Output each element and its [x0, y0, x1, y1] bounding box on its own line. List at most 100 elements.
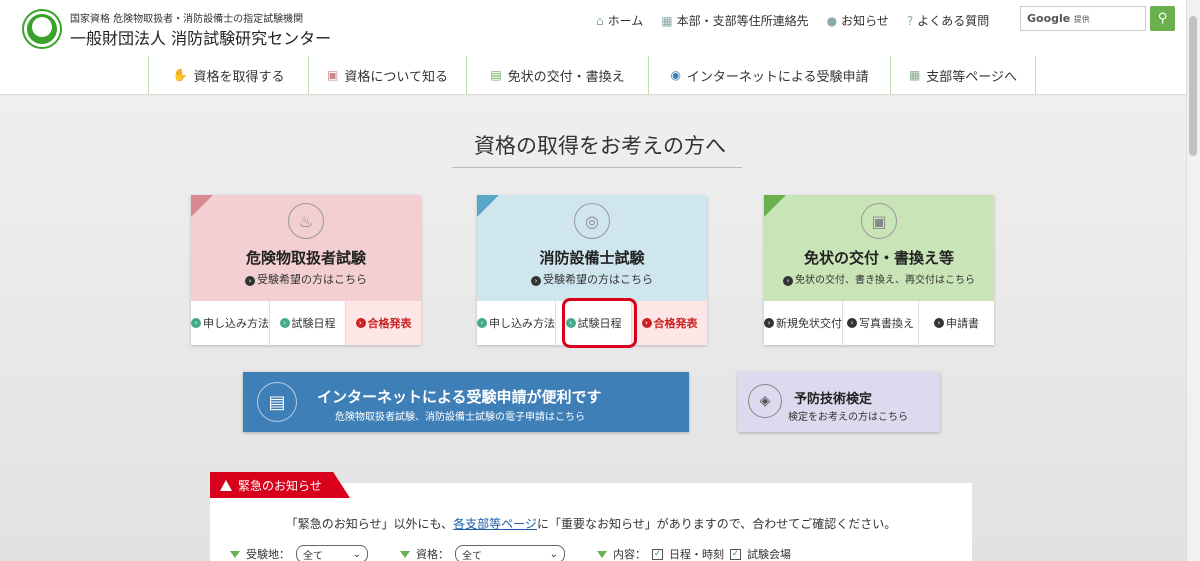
- people-icon: ▣: [327, 68, 339, 82]
- tab-internet-application[interactable]: ◉ インターネットによる受験申請: [648, 56, 890, 94]
- internet-application-banner[interactable]: ▤ インターネットによる受験申請が便利です 危険物取扱者試験、消防設備士試験の電…: [243, 372, 689, 432]
- link-exam-schedule[interactable]: › 試験日程: [270, 301, 346, 345]
- card-subtitle: › 免状の交付、書き換え、再交付はこちら: [764, 271, 994, 286]
- arrow-icon: ›: [783, 276, 793, 286]
- notice-filters: 受験地： 全て ⌄ 資格： 全て ⌄ 内容： ✓ 日程・時刻 ✓ 試験会場: [230, 545, 791, 561]
- map-icon: ▦: [908, 68, 921, 82]
- card-license-header[interactable]: ▣ 免状の交付・書換え等 › 免状の交付、書き換え、再交付はこちら: [764, 195, 994, 301]
- site-header: 国家資格 危険物取扱者・消防設備士の指定試験機関 一般財団法人 消防試験研究セン…: [0, 0, 1200, 95]
- card-subtitle: › 受験希望の方はこちら: [191, 271, 421, 287]
- link-application-form[interactable]: › 申請書: [919, 301, 994, 345]
- arrow-icon: ›: [477, 318, 487, 328]
- arrow-icon: ›: [531, 276, 541, 286]
- search-button[interactable]: ⚲: [1150, 6, 1175, 31]
- link-results[interactable]: › 合格発表: [632, 301, 707, 345]
- area-select[interactable]: 全て ⌄: [296, 545, 368, 561]
- cert-label: 資格：: [416, 548, 449, 561]
- tab-label: インターネットによる受験申請: [686, 69, 869, 85]
- banner-title: 予防技術検定: [794, 392, 873, 407]
- checkbox-label: 日程・時刻: [669, 548, 724, 561]
- page-title: 資格の取得をお考えの方へ: [474, 134, 726, 158]
- card-fire-equipment-header[interactable]: ◎ 消防設備士試験 › 受験希望の方はこちら: [477, 195, 707, 301]
- tab-label: 資格について知る: [344, 69, 448, 85]
- topnav-home[interactable]: ⌂ ホーム: [596, 12, 643, 29]
- notice-tab: 緊急のお知らせ: [210, 472, 350, 498]
- checkbox-label: 試験会場: [747, 548, 791, 561]
- card-links: › 新規免状交付 › 写真書換え › 申請書: [764, 301, 994, 345]
- card-hazmat-header[interactable]: ♨ 危険物取扱者試験 › 受験希望の方はこちら: [191, 195, 421, 301]
- topnav-label: よくある質問: [917, 14, 990, 28]
- schedule-checkbox[interactable]: ✓: [652, 548, 663, 560]
- branch-pages-link[interactable]: 各支部等ページ: [453, 517, 537, 531]
- banner-subtitle: 検定をお考えの方はこちら: [788, 412, 908, 423]
- chevron-down-icon: ⌄: [549, 548, 558, 560]
- arrow-icon: ›: [279, 318, 290, 328]
- logo-icon[interactable]: [24, 11, 60, 47]
- tab-get-qualification[interactable]: ✋ 資格を取得する: [148, 56, 308, 94]
- tab-label: 支部等ページへ: [926, 69, 1018, 85]
- main-nav: ✋ 資格を取得する ▣ 資格について知る ▤ 免状の交付・書換え ◉ インターネットによ…: [148, 56, 1036, 94]
- content-label: 内容：: [613, 548, 646, 561]
- arrow-icon: ›: [764, 318, 774, 328]
- arrow-icon: ›: [641, 318, 652, 328]
- certificate-icon: ◈: [748, 384, 782, 418]
- banner-subtitle: 危険物取扱者試験、消防設備士試験の電子申請はこちら: [335, 412, 585, 423]
- corner-decor: [764, 195, 786, 217]
- search-brand: Google: [1027, 12, 1071, 25]
- prevention-exam-banner[interactable]: ◈ 予防技術検定 検定をお考えの方はこちら: [738, 372, 940, 432]
- globe-icon: ◉: [670, 68, 681, 82]
- gauge-icon: ◎: [574, 203, 610, 239]
- link-application-method[interactable]: › 申し込み方法: [191, 301, 270, 345]
- area-label: 受験地：: [246, 548, 290, 561]
- arrow-icon: ›: [934, 318, 944, 328]
- flame-icon: ♨: [288, 203, 324, 239]
- scrollbar[interactable]: [1186, 0, 1200, 561]
- warning-icon: [220, 479, 232, 491]
- link-application-method[interactable]: › 申し込み方法: [477, 301, 556, 345]
- tab-license[interactable]: ▤ 免状の交付・書換え: [466, 56, 648, 94]
- title-underline: [452, 167, 742, 168]
- topnav-label: ホーム: [607, 14, 644, 28]
- triangle-icon: [400, 550, 410, 558]
- card-title: 消防設備士試験: [539, 249, 645, 267]
- link-photo-renewal[interactable]: › 写真書換え: [843, 301, 919, 345]
- card-links: › 申し込み方法 › 試験日程 › 合格発表: [191, 301, 421, 345]
- tab-label: 免状の交付・書換え: [507, 69, 625, 85]
- arrow-icon: ›: [245, 276, 255, 286]
- venue-checkbox[interactable]: ✓: [730, 548, 741, 560]
- tab-branch-pages[interactable]: ▦ 支部等ページへ: [890, 56, 1036, 94]
- triangle-icon: [597, 550, 607, 558]
- license-icon: ▣: [861, 203, 897, 239]
- top-nav: ⌂ ホーム ▦ 本部・支部等住所連絡先 ● お知らせ ? よくある質問: [596, 12, 1007, 29]
- tab-about-qualification[interactable]: ▣ 資格について知る: [308, 56, 466, 94]
- topnav-label: 本部・支部等住所連絡先: [676, 14, 809, 28]
- hand-icon: ✋: [172, 68, 188, 82]
- banner-title: インターネットによる受験申請が便利です: [317, 388, 602, 406]
- arrow-icon: ›: [355, 318, 366, 328]
- card-title: 危険物取扱者試験: [245, 249, 366, 267]
- notice-text: 「緊急のお知らせ」以外にも、各支部等ページに「重要なお知らせ」がありますので、合…: [285, 517, 897, 531]
- tab-label: 資格を取得する: [193, 69, 285, 85]
- topnav-branches[interactable]: ▦ 本部・支部等住所連絡先: [661, 12, 808, 29]
- highlight-box: [562, 298, 637, 348]
- search-suffix: 提供: [1073, 15, 1090, 24]
- arrow-icon: ›: [847, 318, 857, 328]
- map-icon: ▦: [661, 13, 673, 28]
- search-icon: ⚲: [1157, 11, 1168, 26]
- search-input[interactable]: Google 提供: [1020, 6, 1146, 31]
- document-icon: ▤: [257, 382, 297, 422]
- card-subtitle: › 受験希望の方はこちら: [477, 271, 707, 287]
- topnav-news[interactable]: ● お知らせ: [827, 12, 889, 29]
- scrollbar-thumb[interactable]: [1189, 16, 1197, 156]
- card-license: ▣ 免状の交付・書換え等 › 免状の交付、書き換え、再交付はこちら › 新規免状交付…: [764, 195, 994, 345]
- question-icon: ?: [906, 13, 914, 28]
- topnav-label: お知らせ: [841, 14, 889, 28]
- cert-select[interactable]: 全て ⌄: [455, 545, 565, 561]
- topnav-faq[interactable]: ? よくある質問: [907, 12, 989, 29]
- org-name[interactable]: 一般財団法人 消防試験研究センター: [70, 25, 331, 49]
- link-new-license[interactable]: › 新規免状交付: [764, 301, 843, 345]
- chevron-down-icon: ⌄: [352, 548, 361, 560]
- arrow-icon: ›: [191, 318, 201, 328]
- link-results[interactable]: › 合格発表: [346, 301, 421, 345]
- corner-decor: [477, 195, 499, 217]
